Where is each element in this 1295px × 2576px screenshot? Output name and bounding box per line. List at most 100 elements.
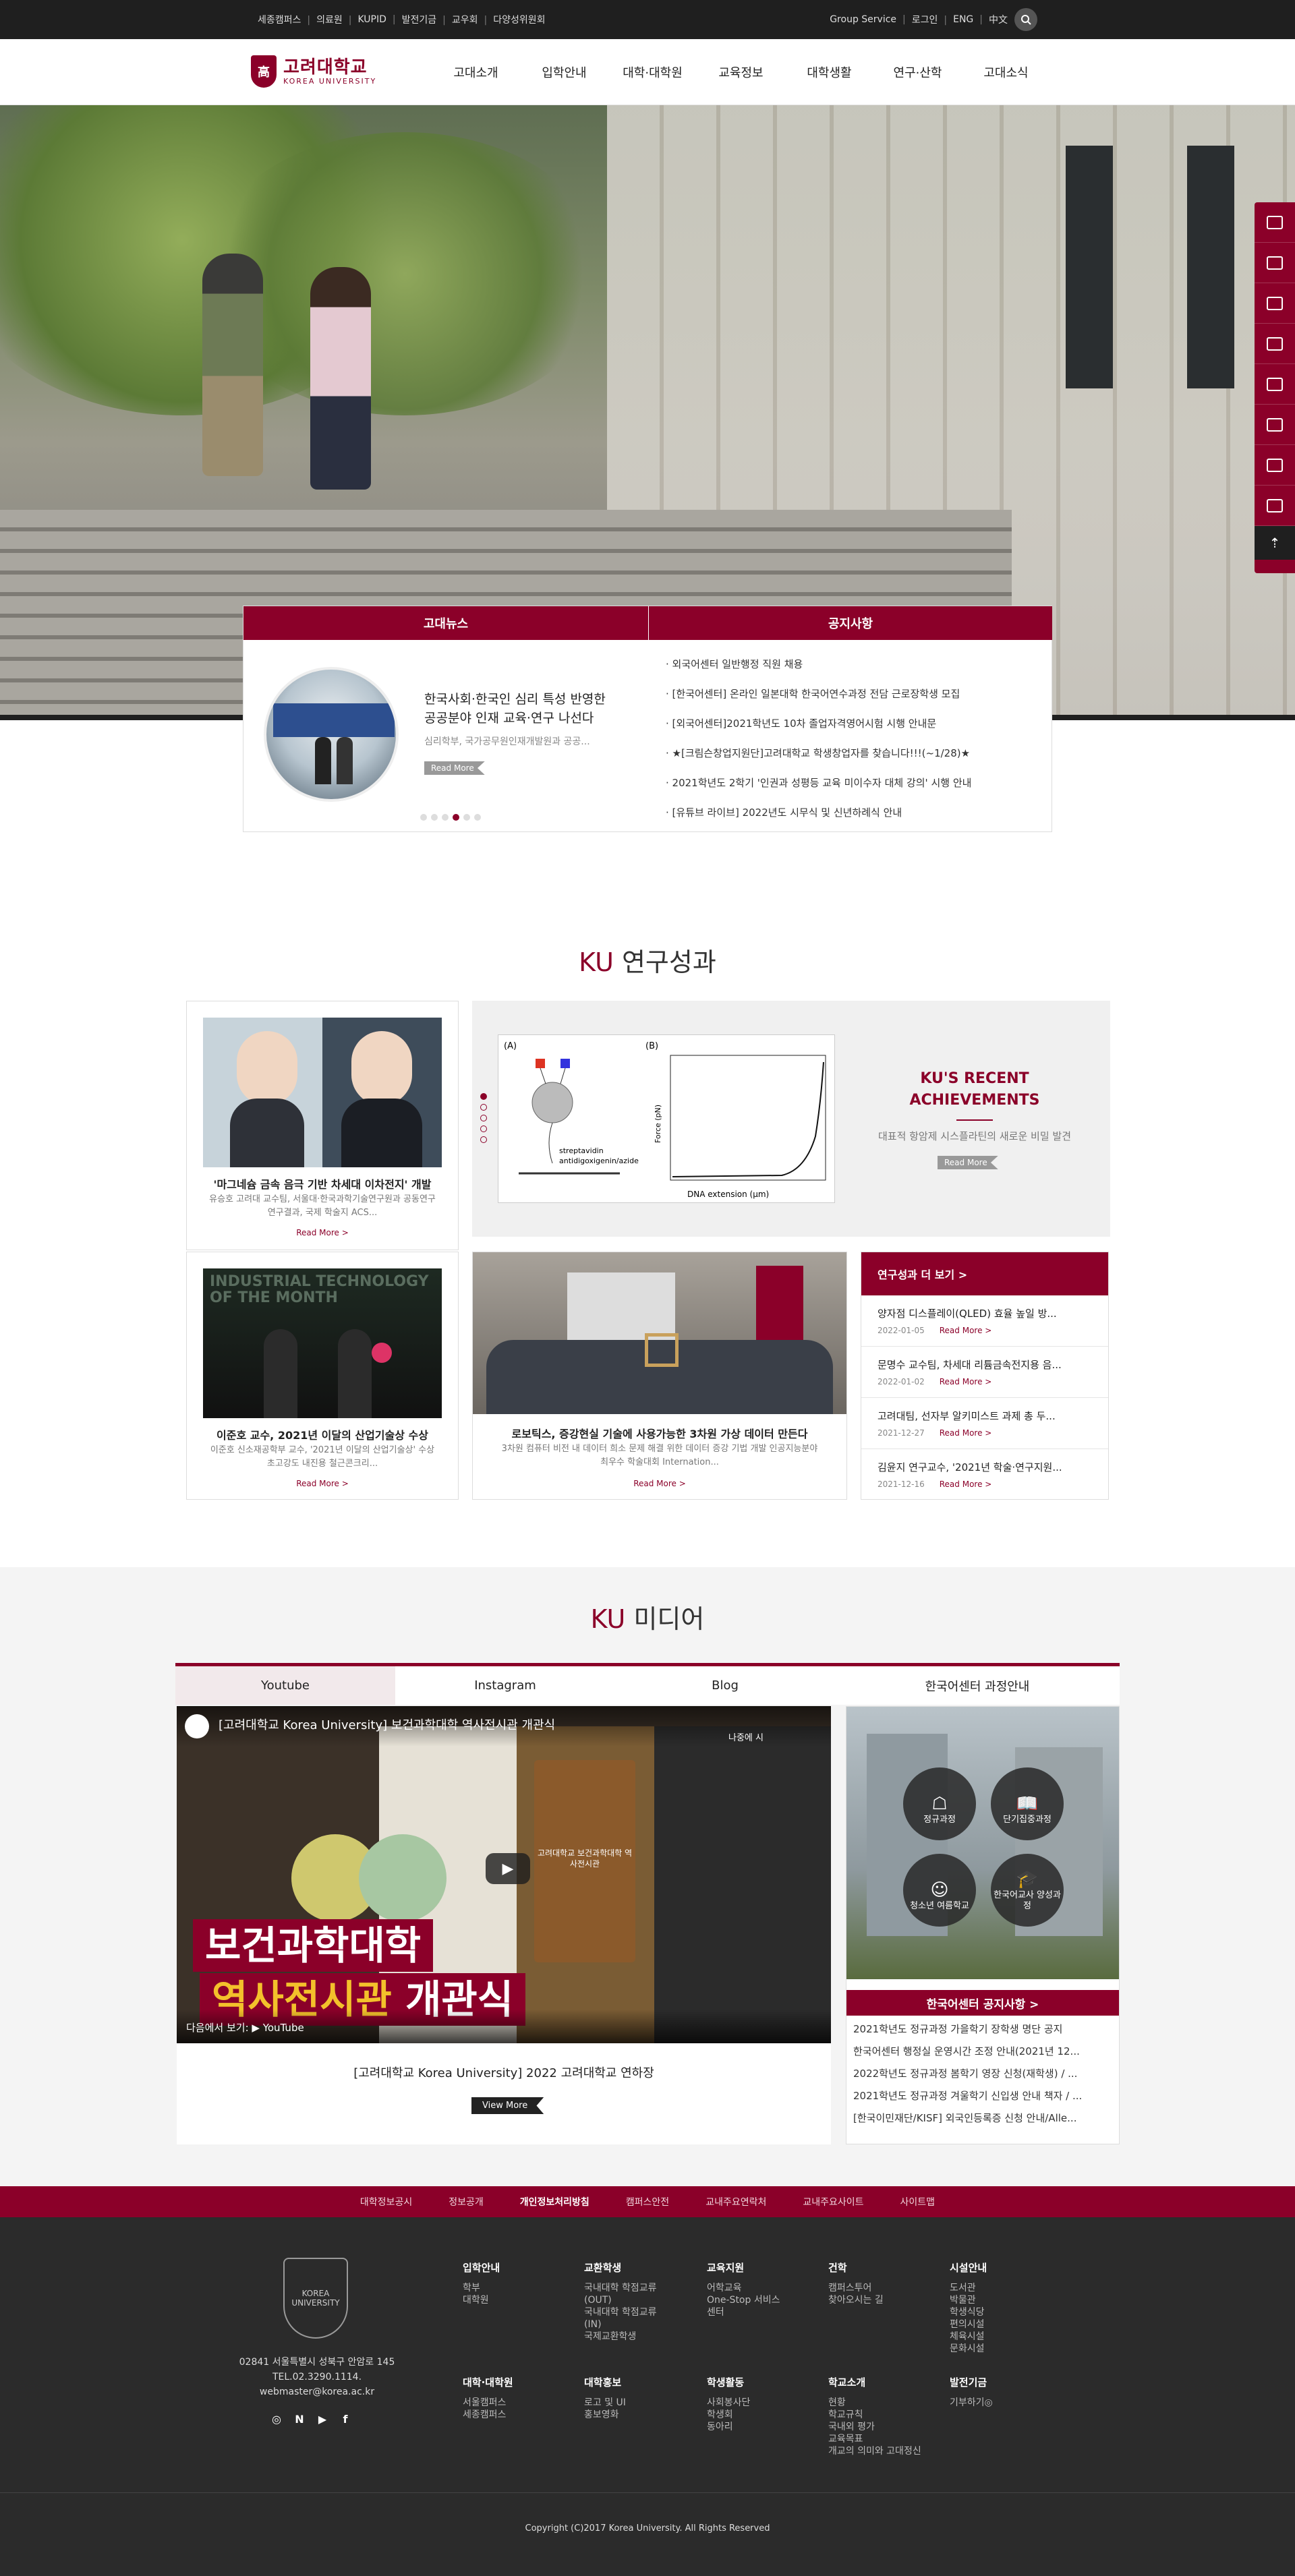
footer-link[interactable]: 학생회 [707, 2409, 808, 2421]
news-thumbnail[interactable] [264, 667, 399, 802]
notice-item[interactable]: · 외국어센터 일반행정 직원 채용 [666, 649, 1037, 679]
page-dot-active[interactable] [480, 1093, 487, 1100]
quick-item-8[interactable] [1255, 486, 1295, 526]
nav-news[interactable]: 고대소식 [962, 63, 1050, 81]
footer-link[interactable]: 어학교육 [707, 2282, 788, 2294]
course-intensive[interactable]: 📖 단기집중과정 [991, 1767, 1064, 1840]
list-item[interactable]: 2022학년도 정규과정 봄학기 영장 신청(재학생) / ... [853, 2063, 1114, 2085]
footer-link[interactable]: 박물관 [950, 2294, 1051, 2306]
page-dot[interactable] [480, 1115, 487, 1121]
youtube-player[interactable]: 고려대학교 보건과학대학 역사전시관 [고려대학교 Korea Universi… [177, 1706, 831, 2043]
course-summer-school[interactable]: ☺ 청소년 여름학교 [903, 1854, 976, 1927]
naver-icon[interactable]: N [293, 2413, 306, 2426]
course-regular[interactable]: ☖ 정규과정 [903, 1767, 976, 1840]
page-dot[interactable] [480, 1125, 487, 1132]
footer-link-disclosure[interactable]: 대학정보공시 [342, 2195, 430, 2208]
footer-link[interactable]: 홍보영화 [584, 2409, 685, 2421]
list-item[interactable]: 2021학년도 정규과정 겨울학기 신입생 안내 책자 / ... [853, 2085, 1114, 2107]
site-logo[interactable]: 高 고려대학교 KOREA UNIVERSITY [251, 55, 376, 88]
quick-item-4[interactable] [1255, 324, 1295, 364]
footer-link[interactable]: 대학원 [463, 2294, 564, 2306]
nav-colleges[interactable]: 대학·대학원 [608, 63, 697, 81]
quick-item-7[interactable] [1255, 445, 1295, 486]
scroll-top-button[interactable]: ⇡ [1255, 526, 1295, 560]
page-dot[interactable] [420, 814, 427, 821]
research-card-2[interactable]: INDUSTRIAL TECHNOLOGY OF THE MONTH 이준호 교… [186, 1252, 459, 1500]
watch-later-button[interactable]: 나중에 시 [728, 1730, 764, 1743]
footer-link[interactable]: 학부 [463, 2282, 564, 2294]
page-dot[interactable] [463, 814, 470, 821]
footer-link[interactable]: 체육시설 [950, 2331, 1051, 2343]
notice-item[interactable]: · [한국어센터] 온라인 일본대학 한국어연수과정 전담 근로장학생 모집 [666, 679, 1037, 709]
english-link[interactable]: ENG [953, 14, 989, 25]
research-card-1-read-more[interactable]: Read More > [187, 1228, 458, 1237]
footer-link[interactable]: 학생식당 [950, 2306, 1051, 2318]
footer-link[interactable]: 사회봉사단 [707, 2397, 808, 2409]
nav-education[interactable]: 교육정보 [697, 63, 785, 81]
page-dot[interactable] [474, 814, 481, 821]
youtube-icon[interactable]: ▶ [316, 2413, 329, 2426]
footer-link[interactable]: 국제교환학생 [584, 2331, 665, 2343]
nav-admission[interactable]: 입학안내 [520, 63, 608, 81]
research-card-3[interactable]: 로보틱스, 증강현실 기술에 사용가능한 3차원 가상 데이터 만든다 3차원 … [472, 1252, 847, 1500]
research-card-2-read-more[interactable]: Read More > [187, 1479, 458, 1488]
achievement-read-more-button[interactable]: Read More [938, 1156, 998, 1169]
footer-link[interactable]: 로고 및 UI [584, 2397, 685, 2409]
notice-item[interactable]: · [유튜브 라이브] 2022년도 시무식 및 신년하례식 안내 [666, 798, 1037, 827]
nav-research[interactable]: 연구·산학 [873, 63, 962, 81]
footer-link[interactable]: 교육목표 [828, 2433, 929, 2445]
tab-blog[interactable]: Blog [615, 1666, 835, 1705]
footer-link[interactable]: 도서관 [950, 2282, 1051, 2294]
watch-on-youtube[interactable]: 다음에서 보기: ▶ YouTube [177, 2010, 831, 2043]
footer-link[interactable]: 문화시설 [950, 2343, 1051, 2355]
footer-link[interactable]: 국내외 평가 [828, 2421, 929, 2433]
notice-item[interactable]: · [외국어센터]2021학년도 10차 졸업자격영어시험 시행 안내문 [666, 709, 1037, 738]
research-card-1[interactable]: '마그네슘 금속 음극 기반 차세대 이차전지' 개발 유승호 고려대 교수팀,… [186, 1001, 459, 1250]
footer-link[interactable]: 개교의 의미와 고대정신 [828, 2445, 929, 2457]
news-headline[interactable]: 한국사회·한국인 심리 특성 반영한 공공분야 인재 교육·연구 나선다 [424, 690, 620, 728]
research-list-item[interactable]: 양자점 디스플레이(QLED) 효율 높일 방... 2022-01-05 Rea… [861, 1295, 1108, 1347]
footer-link[interactable]: 캠퍼스투어 [828, 2282, 929, 2294]
footer-link[interactable]: 찾아오시는 길 [828, 2294, 929, 2306]
play-button[interactable]: ▶ [486, 1853, 530, 1884]
footer-link[interactable]: 학교규칙 [828, 2409, 929, 2421]
channel-avatar[interactable] [185, 1714, 209, 1738]
footer-link-sitemap[interactable]: 사이트맵 [882, 2195, 954, 2208]
research-list-item[interactable]: 고려대팀, 선자부 알키미스트 과제 총 두... 2021-12-27 Read… [861, 1398, 1108, 1449]
footer-link-contacts[interactable]: 교내주요연락처 [687, 2195, 784, 2208]
footer-link-privacy[interactable]: 개인정보처리방침 [502, 2195, 608, 2208]
footer-link[interactable]: 세종캠퍼스 [463, 2409, 564, 2421]
quick-item-1[interactable] [1255, 202, 1295, 243]
chinese-link[interactable]: 中文 [989, 13, 1008, 26]
utility-link-fund[interactable]: 발전기금 [402, 13, 452, 26]
list-item[interactable]: [한국이민재단/KISF] 외국인등록증 신청 안내/Alle... [853, 2107, 1114, 2130]
research-list-item[interactable]: 문명수 교수팀, 차세대 리튬금속전지용 음... 2022-01-02 Read… [861, 1347, 1108, 1398]
more-research-header[interactable]: 연구성과 더 보기 > [861, 1252, 1108, 1295]
page-dot-active[interactable] [453, 814, 459, 821]
course-teacher-training[interactable]: 🎓 한국어교사 양성과정 [991, 1854, 1064, 1927]
footer-link[interactable]: 현황 [828, 2397, 929, 2409]
footer-link[interactable]: One-Stop 서비스센터 [707, 2294, 788, 2318]
footer-link[interactable]: 국내대학 학점교류 (OUT) [584, 2282, 665, 2306]
page-dot[interactable] [442, 814, 449, 821]
group-service-link[interactable]: Group Service [830, 14, 912, 25]
footer-link[interactable]: 국내대학 학점교류 (IN) [584, 2306, 665, 2331]
instagram-icon[interactable]: ◎ [270, 2413, 283, 2426]
list-item[interactable]: 한국어센터 행정실 운영시간 조정 안내(2021년 12... [853, 2041, 1114, 2063]
view-more-button[interactable]: View More [471, 2097, 544, 2114]
footer-link[interactable]: 편의시설 [950, 2318, 1051, 2331]
research-card-3-read-more[interactable]: Read More > [473, 1479, 846, 1488]
utility-link-alumni[interactable]: 교우회 [452, 13, 493, 26]
utility-link-kupid[interactable]: KUPID [357, 14, 401, 25]
quick-item-6[interactable] [1255, 405, 1295, 445]
footer-link[interactable]: 기부하기◎ [950, 2397, 1051, 2409]
korean-center-notice-header[interactable]: 한국어센터 공지사항 > [846, 1990, 1119, 2016]
tab-youtube[interactable]: Youtube [175, 1666, 395, 1705]
utility-link-sejong[interactable]: 세종캠퍼스 [258, 13, 316, 26]
tab-korean-center[interactable]: 한국어센터 과정안내 [835, 1666, 1120, 1705]
footer-link-info-open[interactable]: 정보공개 [430, 2195, 502, 2208]
list-item[interactable]: 2021학년도 정규과정 가을학기 장학생 명단 공지 [853, 2018, 1114, 2041]
notice-item[interactable]: · 2021학년도 2학기 '인권과 성평등 교육 미이수자 대체 강의' 시행… [666, 768, 1037, 798]
news-read-more-button[interactable]: Read More [424, 761, 485, 775]
nav-campus-life[interactable]: 대학생활 [785, 63, 873, 81]
